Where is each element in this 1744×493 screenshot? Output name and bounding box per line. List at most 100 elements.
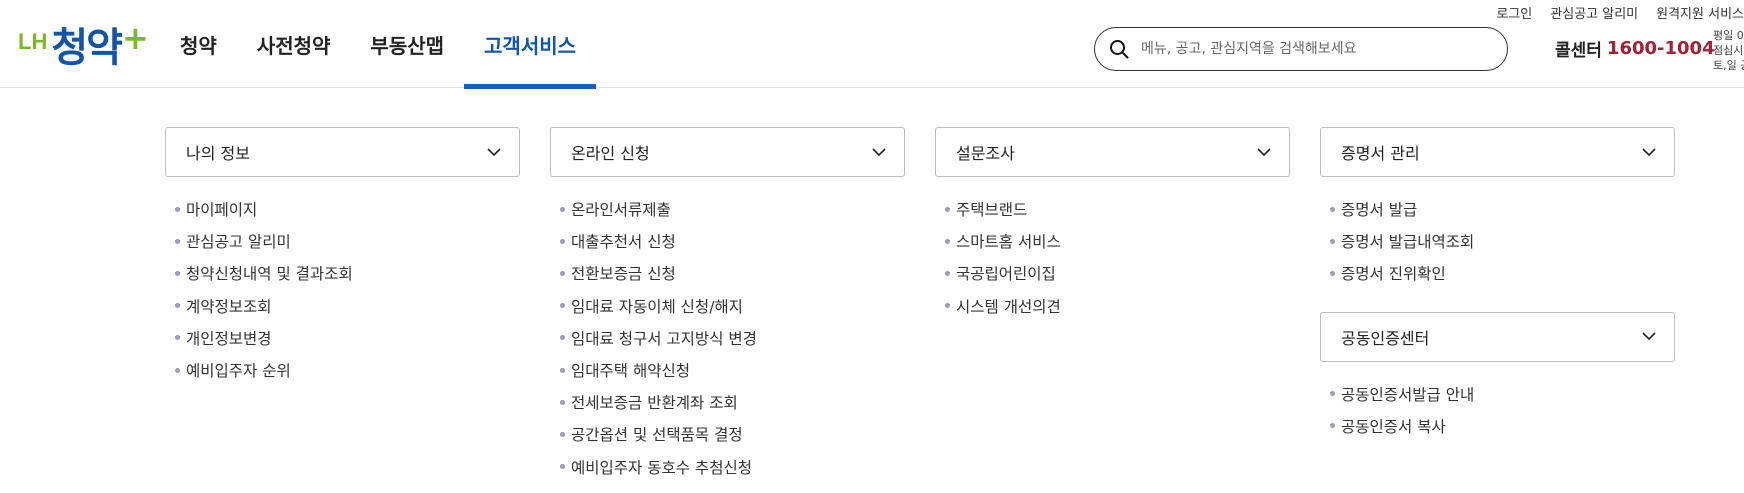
bullet <box>175 238 180 244</box>
bullet <box>945 270 950 276</box>
bullet <box>945 303 950 309</box>
list-item-label: 청약신청내역 및 결과조회 <box>186 265 353 284</box>
list-item[interactable]: 임대료 자동이체 신청/해지 <box>550 290 905 322</box>
list-item-label: 예비입주자 동호수 추첨신청 <box>571 458 752 477</box>
list-item[interactable]: 전환보증금 신청 <box>550 257 905 289</box>
list-item[interactable]: 공간옵션 및 선택품목 결정 <box>550 418 905 450</box>
list-item[interactable]: 예비입주자 동호수 추첨신청 <box>550 451 905 483</box>
bullet <box>175 270 180 276</box>
hours-line: 점심시 <box>1713 44 1744 57</box>
nav-item-label: 청약 <box>180 33 217 58</box>
list-item[interactable]: 온라인서류제출 <box>550 193 905 225</box>
dropdown-certificate-management[interactable]: 증명서 관리 <box>1320 127 1675 177</box>
login-link[interactable]: 로그인 <box>1496 3 1532 22</box>
list-item[interactable]: 예비입주자 순위 <box>165 354 520 386</box>
chevron-down-icon <box>1642 332 1656 341</box>
chevron-down-icon <box>1642 147 1656 156</box>
bullet <box>175 367 180 373</box>
bullet <box>560 464 565 470</box>
interest-alert-link[interactable]: 관심공고 알리미 <box>1550 3 1638 22</box>
list-item-label: 증명서 발급 <box>1341 201 1418 220</box>
list-item-label: 임대주택 해약신청 <box>571 362 691 381</box>
utility-links: 로그인 관심공고 알리미 원격지원 서비스 <box>1478 3 1744 22</box>
logo-name: 청약 <box>51 25 123 71</box>
list-item[interactable]: 임대주택 해약신청 <box>550 354 905 386</box>
bullet <box>945 238 950 244</box>
nav-item-subscription[interactable]: 청약 <box>180 0 217 88</box>
menu-column-certificates: 증명서 관리 증명서 발급 증명서 발급내역조회 증명서 진위확인 공동인증센터… <box>1320 127 1675 442</box>
list-item[interactable]: 전세보증금 반환계좌 조회 <box>550 386 905 418</box>
search-box <box>1094 27 1508 71</box>
dropdown-joint-certificate-center[interactable]: 공동인증센터 <box>1320 311 1675 362</box>
list-item-label: 전환보증금 신청 <box>571 265 676 284</box>
link-list: 마이페이지 관심공고 알리미 청약신청내역 및 결과조회 계약정보조회 개인정보… <box>165 193 520 386</box>
bullet <box>1330 391 1335 397</box>
list-item[interactable]: 청약신청내역 및 결과조회 <box>165 257 520 289</box>
list-item-label: 예비입주자 순위 <box>186 362 291 381</box>
list-item[interactable]: 공동인증서발급 안내 <box>1320 378 1675 410</box>
list-item-label: 스마트홈 서비스 <box>956 233 1061 252</box>
list-item-label: 대출추천서 신청 <box>571 233 676 252</box>
list-item-label: 전세보증금 반환계좌 조회 <box>571 394 738 413</box>
list-item[interactable]: 계약정보조회 <box>165 290 520 322</box>
list-item[interactable]: 시스템 개선의견 <box>935 290 1290 322</box>
list-item-label: 온라인서류제출 <box>571 201 671 220</box>
bullet <box>560 206 565 212</box>
list-item[interactable]: 증명서 발급 <box>1320 193 1675 225</box>
menu-column-survey: 설문조사 주택브랜드 스마트홈 서비스 국공립어린이집 시스템 개선의견 <box>935 127 1290 322</box>
list-item[interactable]: 공동인증서 복사 <box>1320 410 1675 442</box>
list-item-label: 증명서 진위확인 <box>1341 265 1446 284</box>
search-input[interactable] <box>1139 40 1483 58</box>
bullet <box>560 335 565 341</box>
dropdown-label: 증명서 관리 <box>1341 144 1420 163</box>
list-item[interactable]: 개인정보변경 <box>165 322 520 354</box>
bullet <box>175 335 180 341</box>
call-center-number[interactable]: 1600-1004 <box>1607 38 1715 59</box>
list-item-label: 주택브랜드 <box>956 201 1028 220</box>
chevron-down-icon <box>487 147 501 156</box>
link-list: 공동인증서발급 안내 공동인증서 복사 <box>1320 378 1675 442</box>
active-nav-indicator <box>464 84 597 89</box>
logo-lh: LH <box>18 29 48 54</box>
nav-item-label: 부동산맵 <box>370 33 445 58</box>
nav-item-real-estate-map[interactable]: 부동산맵 <box>370 0 444 88</box>
list-item[interactable]: 관심공고 알리미 <box>165 225 520 257</box>
lh-logo[interactable]: LH 청약 + <box>18 18 149 68</box>
hours-line: 평일 0 <box>1713 29 1744 42</box>
remote-support-link[interactable]: 원격지원 서비스 <box>1656 3 1744 22</box>
dropdown-survey[interactable]: 설문조사 <box>935 127 1290 177</box>
list-item[interactable]: 증명서 발급내역조회 <box>1320 225 1675 257</box>
logo-plus: + <box>121 19 149 57</box>
dropdown-online-application[interactable]: 온라인 신청 <box>550 127 905 177</box>
bullet <box>945 206 950 212</box>
list-item[interactable]: 국공립어린이집 <box>935 257 1290 289</box>
list-item[interactable]: 마이페이지 <box>165 193 520 225</box>
list-item[interactable]: 임대료 청구서 고지방식 변경 <box>550 322 905 354</box>
nav-item-customer-service[interactable]: 고객서비스 <box>464 0 597 89</box>
bullet <box>1330 423 1335 429</box>
bullet <box>1330 270 1335 276</box>
list-item[interactable]: 증명서 진위확인 <box>1320 257 1675 289</box>
list-item[interactable]: 대출추천서 신청 <box>550 225 905 257</box>
bullet <box>560 303 565 309</box>
dropdown-label: 설문조사 <box>956 144 1015 163</box>
chevron-down-icon <box>1257 147 1271 156</box>
bullet <box>560 431 565 437</box>
dropdown-label: 나의 정보 <box>186 144 250 163</box>
search-icon[interactable] <box>1109 39 1129 59</box>
link-list: 증명서 발급 증명서 발급내역조회 증명서 진위확인 <box>1320 193 1675 290</box>
hours-line: 토,일 공 <box>1713 59 1744 72</box>
call-center-label: 콜센터 <box>1555 41 1602 61</box>
list-item[interactable]: 스마트홈 서비스 <box>935 225 1290 257</box>
list-item[interactable]: 주택브랜드 <box>935 193 1290 225</box>
bullet <box>1330 206 1335 212</box>
bullet <box>560 238 565 244</box>
dropdown-my-info[interactable]: 나의 정보 <box>165 127 520 177</box>
list-item-label: 국공립어린이집 <box>956 265 1056 284</box>
list-item-label: 공간옵션 및 선택품목 결정 <box>571 426 743 445</box>
site-header: LH 청약 + 청약 사전청약 부동산맵 고객서비스 로그인 관심공고 알리미 … <box>0 0 1744 89</box>
list-item-label: 임대료 청구서 고지방식 변경 <box>571 329 757 348</box>
link-list: 온라인서류제출 대출추천서 신청 전환보증금 신청 임대료 자동이체 신청/해지… <box>550 193 905 483</box>
nav-item-label: 사전청약 <box>256 33 331 58</box>
nav-item-pre-subscription[interactable]: 사전청약 <box>257 0 331 88</box>
